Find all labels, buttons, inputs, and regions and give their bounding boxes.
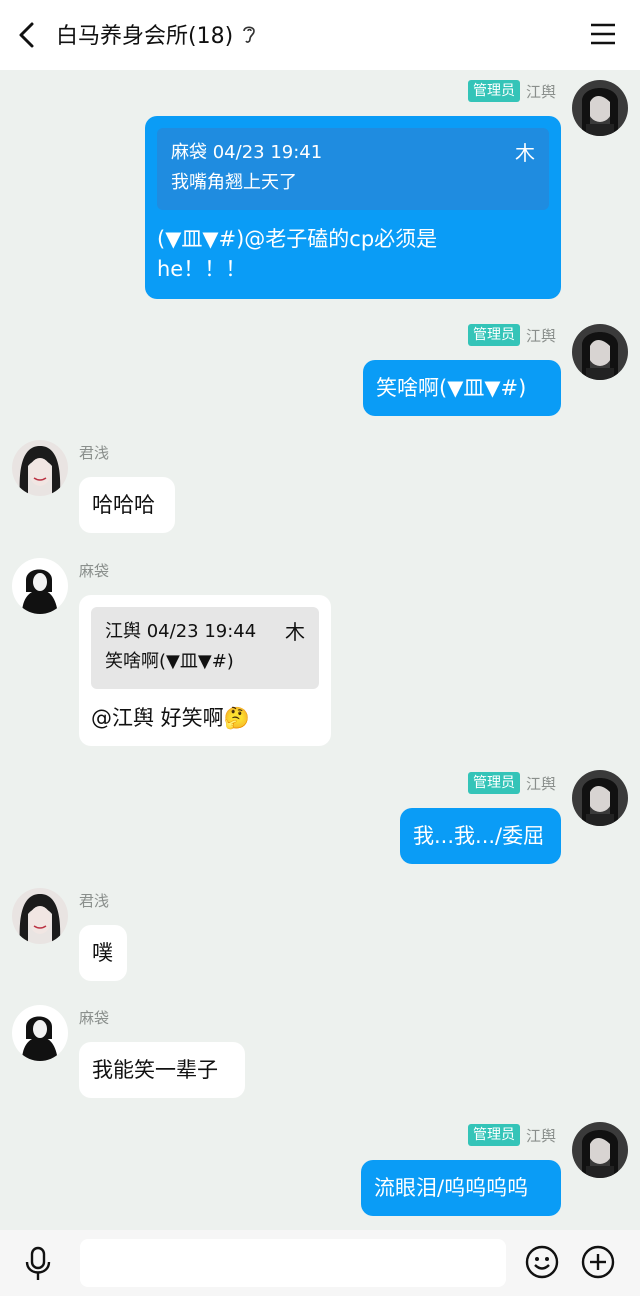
sender-name: 江舆 xyxy=(525,82,556,101)
emoji-icon[interactable] xyxy=(524,1244,560,1280)
admin-badge: 管理员 xyxy=(467,80,520,102)
message-text: 哈哈哈 xyxy=(92,493,155,517)
message-text: @江舆 好笑啊🤔 xyxy=(91,706,250,730)
pin-icon: ⽊ xyxy=(285,620,305,644)
message-bubble[interactable]: 我能笑一辈子 xyxy=(79,1042,245,1098)
message-text: 我能笑一辈子 xyxy=(92,1058,218,1082)
message-text: 流眼泪/呜呜呜呜 xyxy=(374,1176,529,1200)
ear-icon xyxy=(243,26,255,43)
sender-meta: 管理员 江舆 xyxy=(467,324,556,346)
admin-badge: 管理员 xyxy=(467,772,520,794)
message-text: 噗 xyxy=(92,941,113,965)
back-button[interactable] xyxy=(14,20,42,50)
admin-badge: 管理员 xyxy=(467,1124,520,1146)
quote-header: 江舆 04/23 19:44 xyxy=(105,621,257,642)
menu-button[interactable] xyxy=(590,22,616,46)
avatar-jiangyu[interactable] xyxy=(572,324,628,380)
avatar-jiangyu[interactable] xyxy=(572,80,628,136)
quoted-message[interactable]: 江舆 04/23 19:44 笑啥啊(▼皿▼#) ⽊ xyxy=(91,607,319,689)
input-bar xyxy=(0,1230,640,1296)
sender-meta: 管理员 江舆 xyxy=(467,1124,556,1146)
quote-text: 我嘴角翘上天了 xyxy=(171,172,297,193)
message-bubble[interactable]: 流眼泪/呜呜呜呜 xyxy=(361,1160,561,1216)
quoted-message[interactable]: 麻袋 04/23 19:41 我嘴角翘上天了 ⽊ xyxy=(157,128,549,210)
sender-name: 江舆 xyxy=(525,326,556,345)
sender-name: 君浅 xyxy=(79,444,110,462)
sender-name: 江舆 xyxy=(525,774,556,793)
pin-icon: ⽊ xyxy=(515,141,535,165)
chat-message-list[interactable]: 管理员 江舆 麻袋 04/23 19:41 我嘴角翘上天了 ⽊ (▼皿▼#)@老… xyxy=(0,70,640,1230)
message-text-line: he！！！ xyxy=(157,257,247,281)
message-bubble[interactable]: 麻袋 04/23 19:41 我嘴角翘上天了 ⽊ (▼皿▼#)@老子磕的cp必须… xyxy=(145,116,561,299)
sender-meta: 君浅 xyxy=(79,442,109,463)
chat-header: 白马养身会所(18) xyxy=(0,0,640,70)
message-bubble[interactable]: 笑啥啊(▼皿▼#) xyxy=(363,360,561,416)
sender-meta: 君浅 xyxy=(79,890,109,911)
avatar-jiangyu[interactable] xyxy=(572,1122,628,1178)
quote-header: 麻袋 04/23 19:41 xyxy=(171,142,323,163)
sender-name: 君浅 xyxy=(79,892,110,910)
sender-name: 麻袋 xyxy=(79,1009,110,1027)
avatar-junqian[interactable] xyxy=(12,888,68,944)
sender-name: 麻袋 xyxy=(79,562,110,580)
message-input[interactable] xyxy=(80,1239,506,1287)
page-title: 白马养身会所(18) xyxy=(56,18,257,50)
sender-meta: 管理员 江舆 xyxy=(467,80,556,102)
sender-meta: 麻袋 xyxy=(79,1007,109,1028)
sender-meta: 管理员 江舆 xyxy=(467,772,556,794)
message-bubble[interactable]: 哈哈哈 xyxy=(79,477,175,533)
message-bubble[interactable]: 噗 xyxy=(79,925,127,981)
avatar-jiangyu[interactable] xyxy=(572,770,628,826)
admin-badge: 管理员 xyxy=(467,324,520,346)
avatar-junqian[interactable] xyxy=(12,440,68,496)
message-text: 我...我.../委屈 xyxy=(413,824,545,848)
avatar-madai[interactable] xyxy=(12,1005,68,1061)
message-bubble[interactable]: 我...我.../委屈 xyxy=(400,808,561,864)
sender-meta: 麻袋 xyxy=(79,560,109,581)
quote-text: 笑啥啊(▼皿▼#) xyxy=(105,651,234,672)
message-bubble[interactable]: 江舆 04/23 19:44 笑啥啊(▼皿▼#) ⽊ @江舆 好笑啊🤔 xyxy=(79,595,331,746)
avatar-madai[interactable] xyxy=(12,558,68,614)
microphone-icon[interactable] xyxy=(22,1246,54,1282)
message-text-line: (▼皿▼#)@老子磕的cp必须是 xyxy=(157,227,438,251)
sender-name: 江舆 xyxy=(525,1126,556,1145)
group-title: 白马养身会所(18) xyxy=(56,24,234,49)
plus-icon[interactable] xyxy=(580,1244,616,1280)
message-text: 笑啥啊(▼皿▼#) xyxy=(376,376,527,400)
